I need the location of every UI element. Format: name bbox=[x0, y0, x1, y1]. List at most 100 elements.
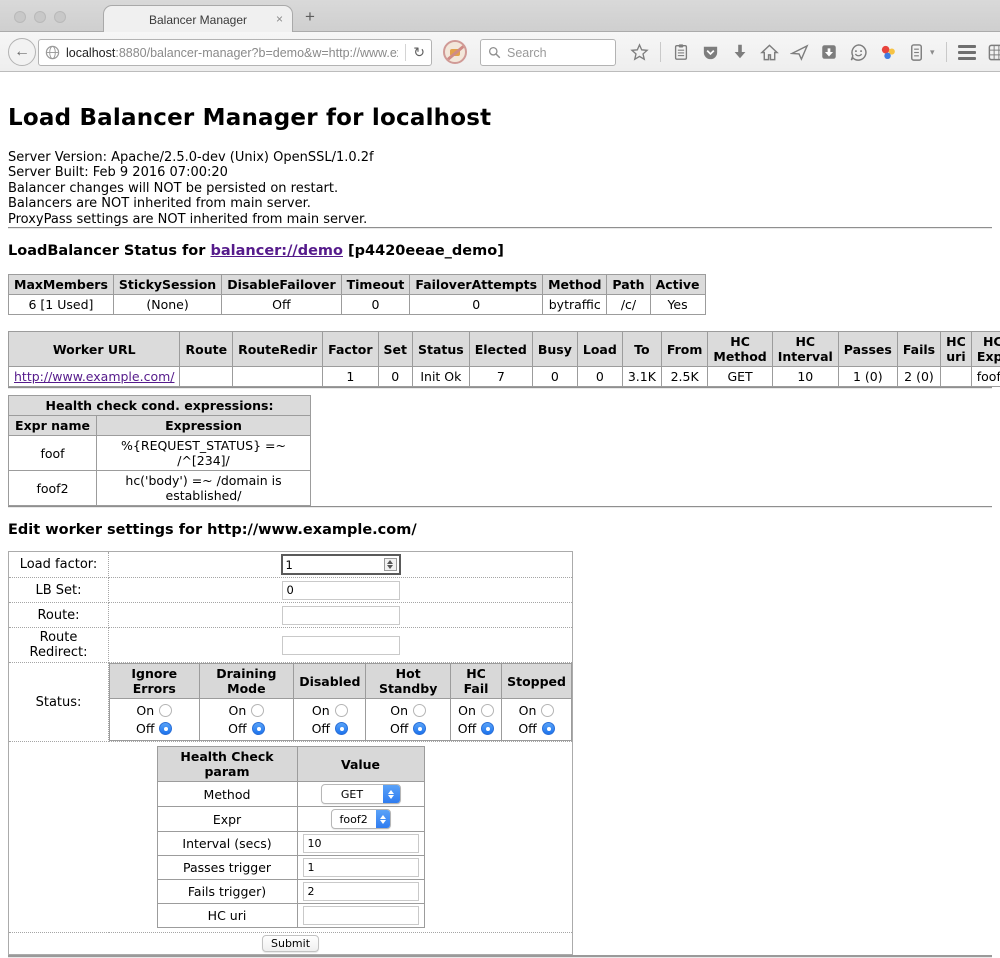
adblock-disabled-icon[interactable] bbox=[443, 40, 467, 64]
cell: 6 [1 Used] bbox=[9, 295, 114, 315]
home-icon[interactable] bbox=[760, 43, 779, 62]
hc-uri-input[interactable] bbox=[303, 906, 419, 925]
form-row: Fails trigger) bbox=[157, 880, 424, 904]
cell: 0 bbox=[577, 367, 622, 387]
radio-hc-fail-on[interactable] bbox=[481, 704, 494, 717]
worker-url-link[interactable]: http://www.example.com/ bbox=[14, 369, 174, 384]
url-bar[interactable]: localhost:8880/balancer-manager?b=demo&w… bbox=[38, 39, 432, 66]
header-cell: Draining Mode bbox=[199, 664, 294, 699]
radio-ignore-errors-on[interactable] bbox=[159, 704, 172, 717]
header-cell: HC Fail bbox=[450, 664, 501, 699]
select-chevrons-icon bbox=[376, 810, 390, 828]
route-redirect-input[interactable] bbox=[282, 636, 400, 655]
tab-close-icon[interactable]: × bbox=[276, 12, 283, 26]
back-button[interactable]: ← bbox=[8, 38, 36, 66]
pocket-icon[interactable] bbox=[701, 43, 720, 62]
header-cell: Load bbox=[577, 332, 622, 367]
notice-line: Balancers are NOT inherited from main se… bbox=[8, 196, 992, 211]
load-factor-input[interactable] bbox=[283, 556, 399, 573]
lb-set-input[interactable] bbox=[282, 581, 400, 600]
window-minimize-button[interactable] bbox=[34, 11, 46, 23]
server-version-line: Server Version: Apache/2.5.0-dev (Unix) … bbox=[8, 150, 992, 165]
adblock-slash-shape bbox=[444, 42, 467, 62]
radio-draining-mode-off[interactable] bbox=[252, 722, 265, 735]
window-close-button[interactable] bbox=[14, 11, 26, 23]
expr-select[interactable]: foof2 bbox=[331, 809, 391, 829]
screenshot-grid-icon[interactable] bbox=[987, 43, 1000, 62]
radio-stopped-off[interactable] bbox=[542, 722, 555, 735]
feedback-smiley-icon[interactable] bbox=[849, 43, 868, 62]
form-row: Method GET bbox=[157, 782, 424, 807]
radio-stopped-on[interactable] bbox=[541, 704, 554, 717]
new-tab-button[interactable]: + bbox=[305, 7, 315, 27]
balancer-status-table: MaxMembers StickySession DisableFailover… bbox=[8, 274, 706, 315]
balancer-demo-link[interactable]: balancer://demo bbox=[210, 243, 343, 259]
submit-button[interactable]: Submit bbox=[262, 935, 319, 952]
fails-trigger-input[interactable] bbox=[303, 882, 419, 901]
status-label: Status: bbox=[9, 663, 109, 742]
loadbalancer-status-heading: LoadBalancer Status for balancer://demo … bbox=[8, 243, 992, 259]
cell: /c/ bbox=[607, 295, 650, 315]
globe-icon bbox=[45, 45, 60, 60]
radio-disabled-on[interactable] bbox=[335, 704, 348, 717]
radio-label: Off bbox=[312, 721, 330, 736]
radio-hc-fail-off[interactable] bbox=[481, 722, 494, 735]
cell: %{REQUEST_STATUS} =~ /^[234]/ bbox=[97, 436, 311, 471]
radio-ignore-errors-off[interactable] bbox=[159, 722, 172, 735]
header-cell: StickySession bbox=[113, 275, 221, 295]
chevron-down-icon[interactable]: ▾ bbox=[930, 47, 935, 58]
url-path: :8880/balancer-manager?b=demo&w=http://w… bbox=[115, 46, 398, 60]
browser-tab[interactable]: Balancer Manager × bbox=[103, 5, 293, 33]
header-cell: Value bbox=[297, 747, 424, 782]
radio-hot-standby-on[interactable] bbox=[413, 704, 426, 717]
url-text[interactable]: localhost:8880/balancer-manager?b=demo&w… bbox=[66, 46, 398, 60]
radio-label: On bbox=[519, 703, 537, 718]
number-stepper-icon[interactable] bbox=[384, 558, 397, 571]
header-cell: Path bbox=[607, 275, 650, 295]
search-field[interactable]: Search bbox=[480, 39, 616, 66]
lb-set-label: LB Set: bbox=[9, 578, 109, 603]
method-select[interactable]: GET bbox=[321, 784, 401, 804]
bookmark-star-icon[interactable] bbox=[630, 43, 649, 62]
load-factor-input-wrap bbox=[281, 554, 401, 575]
route-redirect-label: Route Redirect: bbox=[9, 628, 109, 663]
hc-uri-label: HC uri bbox=[157, 904, 297, 928]
downloads-icon[interactable] bbox=[731, 43, 749, 61]
form-row: Interval (secs) bbox=[157, 832, 424, 856]
menu-icon[interactable] bbox=[958, 45, 976, 60]
save-to-device-icon[interactable] bbox=[820, 43, 838, 61]
cell: 0 bbox=[410, 295, 543, 315]
passes-trigger-input[interactable] bbox=[303, 858, 419, 877]
search-icon bbox=[488, 46, 501, 59]
cell: 0 bbox=[341, 295, 410, 315]
cell: Init Ok bbox=[413, 367, 470, 387]
url-divider bbox=[405, 44, 406, 61]
radio-draining-mode-on[interactable] bbox=[251, 704, 264, 717]
window-zoom-button[interactable] bbox=[54, 11, 66, 23]
page-title: Load Balancer Manager for localhost bbox=[8, 105, 992, 131]
header-cell: Status bbox=[413, 332, 470, 367]
table-row: foof %{REQUEST_STATUS} =~ /^[234]/ bbox=[9, 436, 311, 471]
radio-hot-standby-off[interactable] bbox=[413, 722, 426, 735]
header-cell: HC Expr bbox=[971, 332, 1000, 367]
table-title: Health check cond. expressions: bbox=[9, 396, 311, 416]
expr-select-value: foof2 bbox=[332, 813, 376, 826]
form-row: LB Set: bbox=[9, 578, 573, 603]
send-icon[interactable] bbox=[790, 43, 809, 62]
reading-list-icon[interactable] bbox=[672, 43, 690, 61]
cell bbox=[233, 367, 323, 387]
notice-line: Balancer changes will NOT be persisted o… bbox=[8, 181, 992, 196]
server-info: Server Version: Apache/2.5.0-dev (Unix) … bbox=[8, 150, 992, 227]
extension-colored-dots-icon[interactable] bbox=[879, 43, 898, 62]
cell: 1 (0) bbox=[838, 367, 897, 387]
form-row: HC uri bbox=[157, 904, 424, 928]
container-icon[interactable] bbox=[909, 43, 924, 62]
reload-icon[interactable]: ↻ bbox=[413, 44, 425, 61]
edit-worker-form: Load factor: LB Set: Route: Route Redire… bbox=[8, 551, 573, 955]
radio-disabled-off[interactable] bbox=[335, 722, 348, 735]
route-input[interactable] bbox=[282, 606, 400, 625]
interval-input[interactable] bbox=[303, 834, 419, 853]
radio-label: On bbox=[458, 703, 476, 718]
cell: foof2 bbox=[9, 471, 97, 506]
cell: 7 bbox=[469, 367, 532, 387]
